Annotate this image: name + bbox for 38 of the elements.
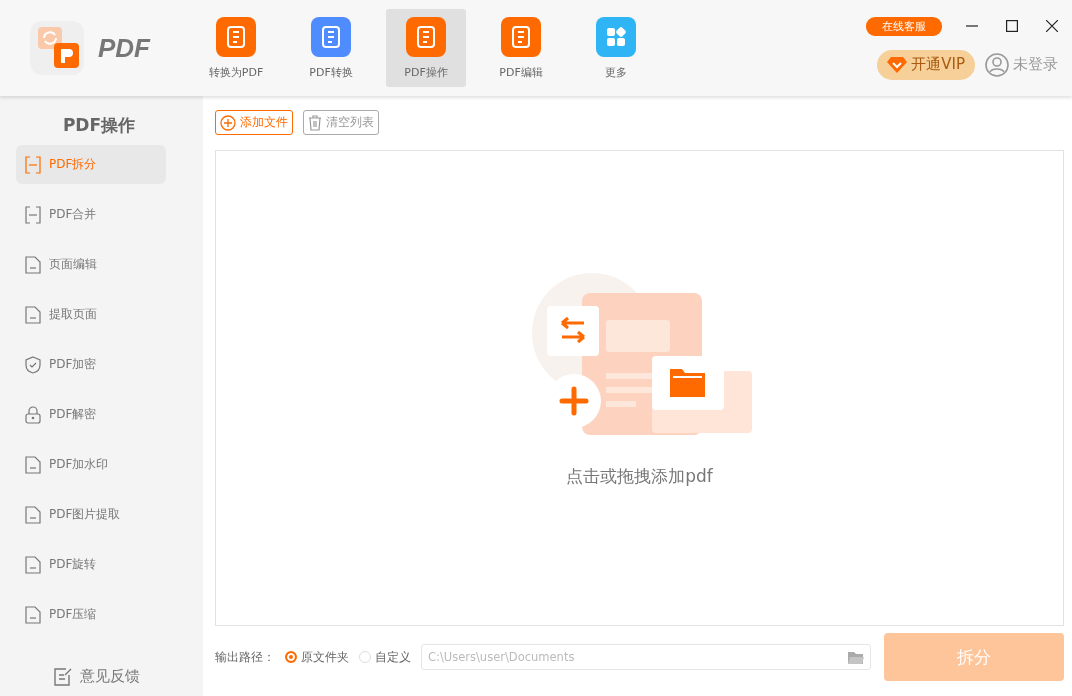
- nav-tab[interactable]: PDF操作: [386, 9, 466, 87]
- sidebar-item[interactable]: 提取页面: [16, 295, 166, 334]
- close-icon[interactable]: [1046, 20, 1058, 32]
- login-button[interactable]: 未登录: [985, 52, 1058, 77]
- vip-button[interactable]: 开通VIP: [877, 49, 975, 80]
- clear-list-button[interactable]: 清空列表: [303, 110, 379, 135]
- maximize-icon[interactable]: [1006, 20, 1018, 32]
- shield-icon: [25, 355, 41, 374]
- feedback-button[interactable]: 意见反馈: [53, 667, 150, 686]
- diamond-icon: [887, 55, 908, 74]
- sidebar-item[interactable]: 页面编辑: [16, 245, 166, 284]
- radio-option[interactable]: 自定义: [359, 649, 411, 665]
- nav-tab[interactable]: PDF转换: [291, 9, 371, 87]
- nav-tab[interactable]: PDF编辑: [481, 9, 561, 87]
- sidebar-title: PDF操作: [61, 114, 137, 137]
- sidebar-item[interactable]: PDF解密: [16, 395, 166, 434]
- sidebar-item[interactable]: PDF拆分: [16, 145, 166, 184]
- output-path-label: 输出路径：: [215, 649, 275, 665]
- sidebar-item[interactable]: PDF加密: [16, 345, 166, 384]
- add-file-button[interactable]: 添加文件: [215, 110, 293, 135]
- nav-tab[interactable]: 转换为PDF: [196, 9, 276, 87]
- logo-icon: [28, 19, 86, 77]
- padlock-icon: [25, 405, 41, 424]
- support-badge[interactable]: 在线客服: [866, 16, 942, 36]
- app-name: PDF: [98, 32, 150, 64]
- drop-hint: 点击或拖拽添加pdf: [566, 464, 713, 488]
- edit-icon: [53, 667, 72, 686]
- plus-circle-icon: [220, 114, 236, 131]
- sidebar-item[interactable]: PDF压缩: [16, 595, 166, 634]
- user-icon: [985, 52, 1009, 77]
- sidebar-item[interactable]: PDF图片提取: [16, 495, 166, 534]
- trash-icon: [308, 114, 322, 131]
- sidebar-item[interactable]: PDF加水印: [16, 445, 166, 484]
- sidebar-item[interactable]: PDF旋转: [16, 545, 166, 584]
- radio-option[interactable]: 原文件夹: [285, 649, 349, 665]
- sidebar-item[interactable]: PDF合并: [16, 195, 166, 234]
- drop-zone[interactable]: 点击或拖拽添加pdf: [215, 150, 1064, 626]
- nav-tab[interactable]: 更多: [576, 9, 656, 87]
